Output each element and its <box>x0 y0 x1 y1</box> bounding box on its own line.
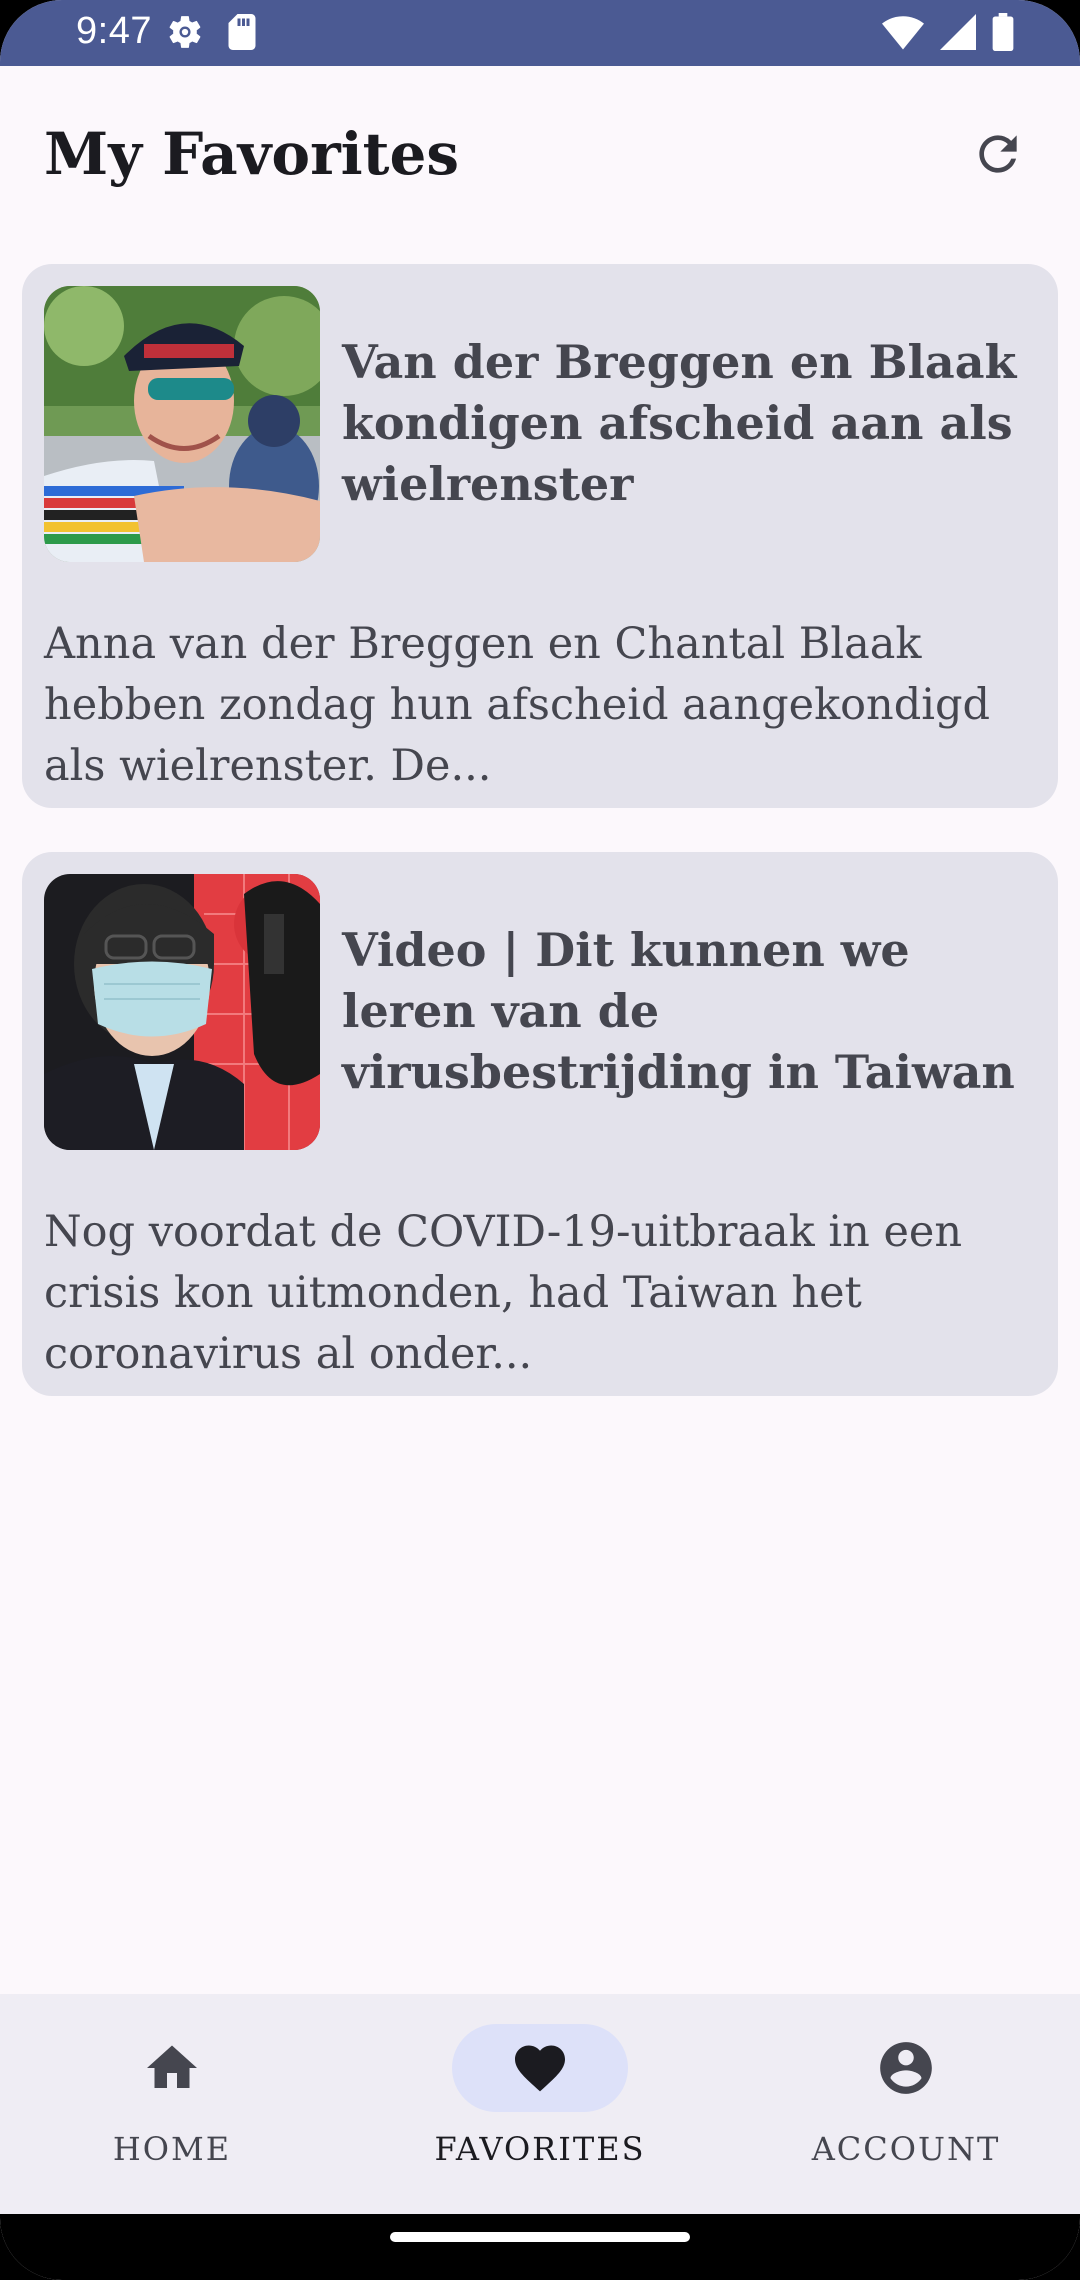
wifi-icon <box>882 14 924 54</box>
home-gesture-handle[interactable] <box>390 2232 690 2242</box>
article-thumbnail <box>44 874 320 1150</box>
nav-label-home: HOME <box>112 2130 232 2168</box>
status-right-icons <box>882 13 1014 55</box>
nav-active-indicator <box>452 2024 628 2112</box>
gesture-navigation-area <box>0 2214 1080 2280</box>
article-excerpt: Anna van der Breggen en Chantal Blaak he… <box>44 619 991 791</box>
status-bar: 9:47 <box>0 0 1080 66</box>
refresh-button[interactable] <box>966 122 1030 186</box>
settings-gear-icon <box>166 13 204 55</box>
nav-icon-container <box>818 2024 994 2112</box>
cyclist-photo <box>44 286 320 562</box>
article-title: Van der Breggen en Blaak kondigen afsche… <box>342 335 1017 511</box>
status-left-icons <box>166 14 258 54</box>
nav-icon-container <box>84 2024 260 2112</box>
nav-item-account[interactable]: ACCOUNT <box>756 2024 1056 2184</box>
home-icon <box>147 2045 197 2088</box>
app-screen: 9:47 My Favorites Van der Breggen en Bla… <box>0 0 1080 2280</box>
page-title: My Favorites <box>44 120 460 188</box>
masked-person-photo <box>44 874 320 1150</box>
nav-label-account: ACCOUNT <box>811 2130 1001 2168</box>
cellular-signal-icon <box>940 14 976 54</box>
top-app-bar: My Favorites <box>0 66 1080 246</box>
refresh-icon <box>979 135 1017 173</box>
nav-label-favorites: FAVORITES <box>434 2130 646 2168</box>
status-time: 9:47 <box>76 10 152 52</box>
article-card[interactable]: Video | Dit kunnen we leren van de virus… <box>22 852 1058 1396</box>
heart-icon <box>515 2045 565 2092</box>
article-excerpt: Nog voordat de COVID-19-uitbraak in een … <box>44 1207 963 1379</box>
article-title: Video | Dit kunnen we leren van de virus… <box>342 923 1015 1099</box>
article-thumbnail <box>44 286 320 562</box>
battery-icon <box>992 13 1014 55</box>
sd-card-icon <box>226 14 258 54</box>
nav-item-home[interactable]: HOME <box>22 2024 322 2184</box>
article-card[interactable]: Van der Breggen en Blaak kondigen afsche… <box>22 264 1058 808</box>
nav-item-favorites[interactable]: FAVORITES <box>390 2024 690 2184</box>
bottom-navigation: HOME FAVORITES ACCOUNT <box>0 1994 1080 2214</box>
account-circle-icon <box>880 2042 932 2094</box>
